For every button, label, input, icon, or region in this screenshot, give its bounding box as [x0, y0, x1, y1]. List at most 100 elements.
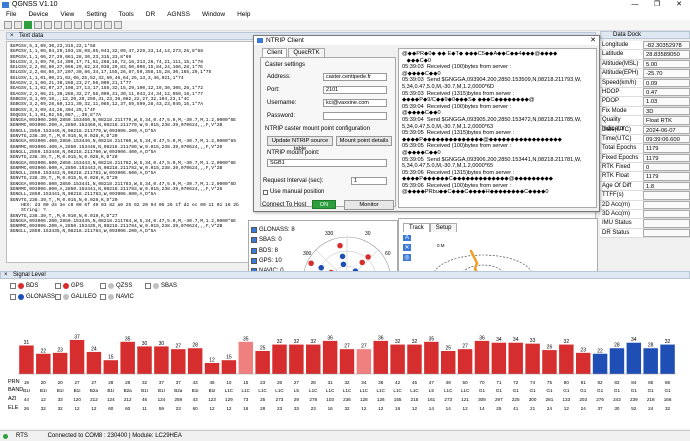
constellation-item[interactable]: GLONASS: 8	[251, 225, 303, 235]
checkbox-icon[interactable]	[251, 237, 257, 244]
close-icon[interactable]: ×	[10, 33, 14, 40]
legend-item[interactable]: SBAS	[145, 283, 177, 289]
reset-tool-icon[interactable]: ◎	[403, 254, 411, 261]
tab-setup[interactable]: Setup	[429, 223, 458, 232]
menu-file[interactable]: File	[0, 10, 22, 20]
monitor-button[interactable]: Monitor	[344, 200, 394, 210]
prn-cell: 38	[378, 380, 384, 385]
bar-value-label: 36	[378, 335, 384, 341]
menu-setting[interactable]: Setting	[80, 10, 112, 20]
tab-quecrtk[interactable]: QuecRTK	[288, 48, 325, 57]
legend-item[interactable]: GALILEO	[55, 294, 97, 300]
ele-cell: 12	[226, 406, 232, 411]
close-icon[interactable]: ×	[4, 272, 8, 279]
checkbox-icon[interactable]	[251, 247, 257, 254]
checkbox-icon[interactable]	[10, 294, 16, 300]
terminal-icon[interactable]	[114, 21, 122, 29]
data-dock-key: Altitude(MSL)	[602, 60, 639, 67]
menu-device[interactable]: Device	[22, 10, 54, 20]
constellation-item[interactable]: GPS: 10	[251, 256, 303, 266]
address-input[interactable]: caster.centipede.fr	[323, 73, 387, 81]
constellation-item[interactable]: BDS: 8	[251, 246, 303, 256]
bar-value-label: 32	[564, 339, 570, 345]
username-input[interactable]: kci@vaxxine.com	[323, 99, 387, 107]
close-button[interactable]: ✕	[668, 0, 690, 10]
log-line: @◆◆◆◆C◆◆0	[402, 149, 441, 156]
signal-bar	[103, 360, 119, 374]
maximize-button[interactable]: ❐	[646, 0, 668, 10]
legend-item[interactable]: GLONASS	[10, 294, 55, 300]
legend-item[interactable]: NAVIC	[100, 294, 134, 300]
play-icon[interactable]	[24, 21, 32, 29]
log-line: 05:39:06 Received (1315)bytes from serve…	[402, 169, 515, 176]
minimize-button[interactable]: —	[624, 0, 646, 10]
port-input[interactable]: 2101	[323, 86, 387, 94]
menu-help[interactable]: Help	[231, 10, 256, 20]
checkbox-icon[interactable]	[251, 258, 257, 265]
data-dock-row: IMU Status	[600, 219, 690, 229]
log-line: 05:39:03 Send $GNGGA,093904.200,2850.153…	[402, 77, 582, 84]
azi-cell: 308	[478, 397, 486, 402]
log-line: 05:39:06 Received (100)bytes from server…	[402, 182, 512, 189]
map-icon[interactable]	[74, 21, 82, 29]
checkbox-icon[interactable]	[10, 283, 16, 289]
stop-icon[interactable]	[44, 21, 52, 29]
checkbox-box[interactable]	[263, 189, 268, 195]
constellation-item[interactable]: SBAS: 0	[251, 235, 303, 245]
close-icon[interactable]: ✕	[590, 36, 596, 45]
log-line: @◆◆PR◆0◆ ◆◆ E◆T◆ ◆◆◆C5◆◆A◆◆C◆◆4◆◆◆@◆◆◆◆	[402, 51, 558, 57]
disconnect-icon[interactable]	[14, 21, 22, 29]
chart-icon[interactable]	[84, 21, 92, 29]
checkbox-icon[interactable]	[55, 283, 61, 289]
menu-dr[interactable]: DR	[140, 10, 161, 20]
zoom-tool-icon[interactable]: A	[403, 235, 411, 241]
band-cell: L1C	[343, 388, 352, 393]
ntrip-log[interactable]: @◆◆PR◆0◆ ◆◆ E◆T◆ ◆◆◆C5◆◆A◆◆C◆◆4◆◆◆@◆◆◆◆ …	[398, 48, 597, 208]
folder-icon[interactable]	[64, 21, 72, 29]
azi-cell: 12	[41, 397, 47, 402]
password-input[interactable]	[323, 112, 387, 120]
menu-agnss[interactable]: AGNSS	[161, 10, 196, 20]
ele-cell: 11	[142, 406, 147, 411]
signal-bar	[457, 349, 473, 374]
legend-swatch	[153, 283, 159, 289]
ele-cell: 12	[209, 406, 215, 411]
legend-item[interactable]: BDS	[10, 283, 38, 289]
satellite-icon[interactable]	[104, 21, 112, 29]
request-interval-input[interactable]: 1	[351, 177, 387, 185]
menu-view[interactable]: View	[54, 10, 80, 20]
checkbox-icon[interactable]	[55, 294, 61, 300]
connect-icon[interactable]	[4, 21, 12, 29]
prn-cell: 32	[142, 380, 148, 385]
checkbox-icon[interactable]	[100, 283, 106, 289]
pause-icon[interactable]	[34, 21, 42, 29]
manual-position-checkbox[interactable]: Use manual position	[263, 189, 324, 195]
data-dock-value: 28.83589050	[643, 50, 690, 59]
bar-value-label: 15	[226, 355, 232, 361]
settings-icon[interactable]	[94, 21, 102, 29]
menu-window[interactable]: Window	[196, 10, 231, 20]
checkbox-icon[interactable]	[100, 294, 106, 300]
legend-item[interactable]: GPS	[55, 283, 84, 289]
mount-point-select[interactable]: SGB1	[267, 159, 387, 167]
pan-tool-icon[interactable]: ✕	[403, 244, 411, 251]
bar-value-label: 27	[344, 344, 350, 350]
connect-toggle[interactable]: ON	[312, 200, 336, 209]
tab-track[interactable]: Track	[403, 223, 430, 232]
ele-cell: 14	[429, 406, 435, 411]
legend-item[interactable]: QZSS	[100, 283, 132, 289]
mount-point-details-button[interactable]: Mount point details	[336, 136, 392, 146]
legend-swatch	[18, 283, 24, 289]
checkbox-icon[interactable]	[145, 283, 151, 289]
data-dock-header: Data Dock	[600, 31, 690, 39]
tab-client[interactable]: Client	[262, 48, 288, 57]
data-dock-value: 1179	[643, 153, 690, 163]
checkbox-icon[interactable]	[251, 227, 257, 234]
menu-tools[interactable]: Tools	[113, 10, 140, 20]
update-source-table-button[interactable]: Update NTRIP source table	[267, 136, 333, 152]
azi-cell: 25	[260, 397, 266, 402]
azi-cell: 259	[174, 397, 182, 402]
data-dock-row: Fixed Epochs 1179	[600, 153, 690, 164]
save-icon[interactable]	[54, 21, 62, 29]
signal-bar	[52, 352, 68, 374]
